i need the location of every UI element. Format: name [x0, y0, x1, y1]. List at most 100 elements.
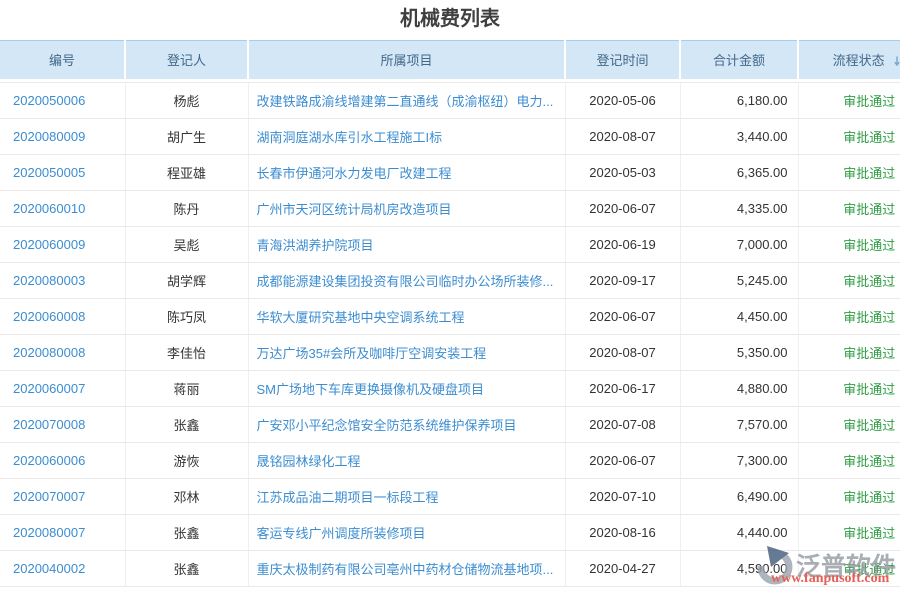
column-header-date[interactable]: 登记时间	[565, 41, 680, 79]
row-date: 2020-08-16	[565, 515, 680, 551]
row-registrant: 蒋丽	[125, 371, 248, 407]
row-date: 2020-08-07	[565, 119, 680, 155]
row-amount: 3,440.00	[680, 119, 798, 155]
row-project-link[interactable]: SM广场地下车库更换摄像机及硬盘项目	[257, 382, 485, 397]
column-header-id[interactable]: 编号	[0, 41, 125, 79]
table-row: 2020080008 李佳怡 万达广场35#会所及咖啡厅空调安装工程 2020-…	[0, 335, 900, 371]
row-amount: 6,365.00	[680, 155, 798, 191]
row-date: 2020-06-17	[565, 371, 680, 407]
row-registrant: 吴彪	[125, 227, 248, 263]
row-status-link[interactable]: 审批通过	[843, 454, 895, 469]
page-title: 机械费列表	[0, 0, 900, 40]
sort-descending-icon[interactable]	[894, 55, 900, 70]
table-row: 2020060006 游恢 晟铭园林绿化工程 2020-06-07 7,300.…	[0, 443, 900, 479]
table-row: 2020080003 胡学辉 成都能源建设集团投资有限公司临时办公场所装修...…	[0, 263, 900, 299]
row-project-link[interactable]: 成都能源建设集团投资有限公司临时办公场所装修...	[257, 274, 554, 289]
row-date: 2020-06-19	[565, 227, 680, 263]
table-row: 2020050006 杨彪 改建铁路成渝线增建第二直通线（成渝枢纽）电力... …	[0, 83, 900, 119]
row-registrant: 陈丹	[125, 191, 248, 227]
row-registrant: 陈巧凤	[125, 299, 248, 335]
row-project-link[interactable]: 广安邓小平纪念馆安全防范系统维护保养项目	[257, 418, 517, 433]
row-date: 2020-07-08	[565, 407, 680, 443]
machinery-fee-table: 编号 登记人 所属项目 登记时间 合计金额 流程状态	[0, 40, 900, 587]
row-project-link[interactable]: 湖南洞庭湖水库引水工程施工I标	[257, 130, 443, 145]
row-status-link[interactable]: 审批通过	[843, 238, 895, 253]
row-status-link[interactable]: 审批通过	[843, 490, 895, 505]
row-status-link[interactable]: 审批通过	[843, 310, 895, 325]
column-header-project[interactable]: 所属项目	[248, 41, 565, 79]
row-project-link[interactable]: 晟铭园林绿化工程	[257, 454, 361, 469]
row-status-link[interactable]: 审批通过	[843, 274, 895, 289]
column-header-status[interactable]: 流程状态	[798, 41, 900, 79]
row-amount: 4,880.00	[680, 371, 798, 407]
row-project-link[interactable]: 江苏成品油二期项目一标段工程	[257, 490, 439, 505]
row-id-link[interactable]: 2020080008	[13, 345, 85, 360]
row-date: 2020-06-07	[565, 299, 680, 335]
row-status-link[interactable]: 审批通过	[843, 382, 895, 397]
row-date: 2020-08-07	[565, 335, 680, 371]
column-header-registrant[interactable]: 登记人	[125, 41, 248, 79]
table-row: 2020080007 张鑫 客运专线广州调度所装修项目 2020-08-16 4…	[0, 515, 900, 551]
row-amount: 5,350.00	[680, 335, 798, 371]
row-amount: 7,300.00	[680, 443, 798, 479]
row-amount: 5,245.00	[680, 263, 798, 299]
row-status-link[interactable]: 审批通过	[843, 94, 895, 109]
table-row: 2020080009 胡广生 湖南洞庭湖水库引水工程施工I标 2020-08-0…	[0, 119, 900, 155]
row-amount: 7,570.00	[680, 407, 798, 443]
row-registrant: 杨彪	[125, 83, 248, 119]
row-project-link[interactable]: 万达广场35#会所及咖啡厅空调安装工程	[257, 346, 487, 361]
row-amount: 4,590.00	[680, 551, 798, 587]
row-status-link[interactable]: 审批通过	[843, 346, 895, 361]
column-header-status-label: 流程状态	[833, 53, 885, 68]
row-id-link[interactable]: 2020080009	[13, 129, 85, 144]
row-project-link[interactable]: 华软大厦研究基地中央空调系统工程	[257, 310, 465, 325]
row-amount: 6,490.00	[680, 479, 798, 515]
table-row: 2020060010 陈丹 广州市天河区统计局机房改造项目 2020-06-07…	[0, 191, 900, 227]
row-id-link[interactable]: 2020050006	[13, 93, 85, 108]
row-id-link[interactable]: 2020060007	[13, 381, 85, 396]
row-project-link[interactable]: 客运专线广州调度所装修项目	[257, 526, 426, 541]
row-id-link[interactable]: 2020060008	[13, 309, 85, 324]
row-id-link[interactable]: 2020040002	[13, 561, 85, 576]
table-row: 2020060008 陈巧凤 华软大厦研究基地中央空调系统工程 2020-06-…	[0, 299, 900, 335]
row-project-link[interactable]: 青海洪湖养护院项目	[257, 238, 374, 253]
row-status-link[interactable]: 审批通过	[843, 202, 895, 217]
row-date: 2020-07-10	[565, 479, 680, 515]
row-registrant: 张鑫	[125, 515, 248, 551]
row-date: 2020-09-17	[565, 263, 680, 299]
table-row: 2020060009 吴彪 青海洪湖养护院项目 2020-06-19 7,000…	[0, 227, 900, 263]
row-registrant: 李佳怡	[125, 335, 248, 371]
row-date: 2020-05-06	[565, 83, 680, 119]
row-id-link[interactable]: 2020060010	[13, 201, 85, 216]
row-id-link[interactable]: 2020080007	[13, 525, 85, 540]
row-registrant: 胡广生	[125, 119, 248, 155]
row-amount: 4,440.00	[680, 515, 798, 551]
row-registrant: 游恢	[125, 443, 248, 479]
row-project-link[interactable]: 广州市天河区统计局机房改造项目	[257, 202, 452, 217]
table-row: 2020050005 程亚雄 长春市伊通河水力发电厂改建工程 2020-05-0…	[0, 155, 900, 191]
row-status-link[interactable]: 审批通过	[843, 130, 895, 145]
row-status-link[interactable]: 审批通过	[843, 526, 895, 541]
row-amount: 4,450.00	[680, 299, 798, 335]
row-status-link[interactable]: 审批通过	[843, 418, 895, 433]
table-row: 2020070007 邓林 江苏成品油二期项目一标段工程 2020-07-10 …	[0, 479, 900, 515]
row-date: 2020-06-07	[565, 443, 680, 479]
row-id-link[interactable]: 2020060006	[13, 453, 85, 468]
row-id-link[interactable]: 2020050005	[13, 165, 85, 180]
row-status-link[interactable]: 审批通过	[843, 562, 895, 577]
row-status-link[interactable]: 审批通过	[843, 166, 895, 181]
row-id-link[interactable]: 2020080003	[13, 273, 85, 288]
row-registrant: 程亚雄	[125, 155, 248, 191]
row-date: 2020-04-27	[565, 551, 680, 587]
row-id-link[interactable]: 2020070008	[13, 417, 85, 432]
row-amount: 6,180.00	[680, 83, 798, 119]
row-id-link[interactable]: 2020060009	[13, 237, 85, 252]
row-project-link[interactable]: 重庆太极制药有限公司亳州中药材仓储物流基地项...	[257, 562, 554, 577]
row-date: 2020-06-07	[565, 191, 680, 227]
row-registrant: 张鑫	[125, 551, 248, 587]
column-header-amount[interactable]: 合计金额	[680, 41, 798, 79]
row-amount: 7,000.00	[680, 227, 798, 263]
row-id-link[interactable]: 2020070007	[13, 489, 85, 504]
row-project-link[interactable]: 改建铁路成渝线增建第二直通线（成渝枢纽）电力...	[257, 94, 554, 109]
row-project-link[interactable]: 长春市伊通河水力发电厂改建工程	[257, 166, 452, 181]
